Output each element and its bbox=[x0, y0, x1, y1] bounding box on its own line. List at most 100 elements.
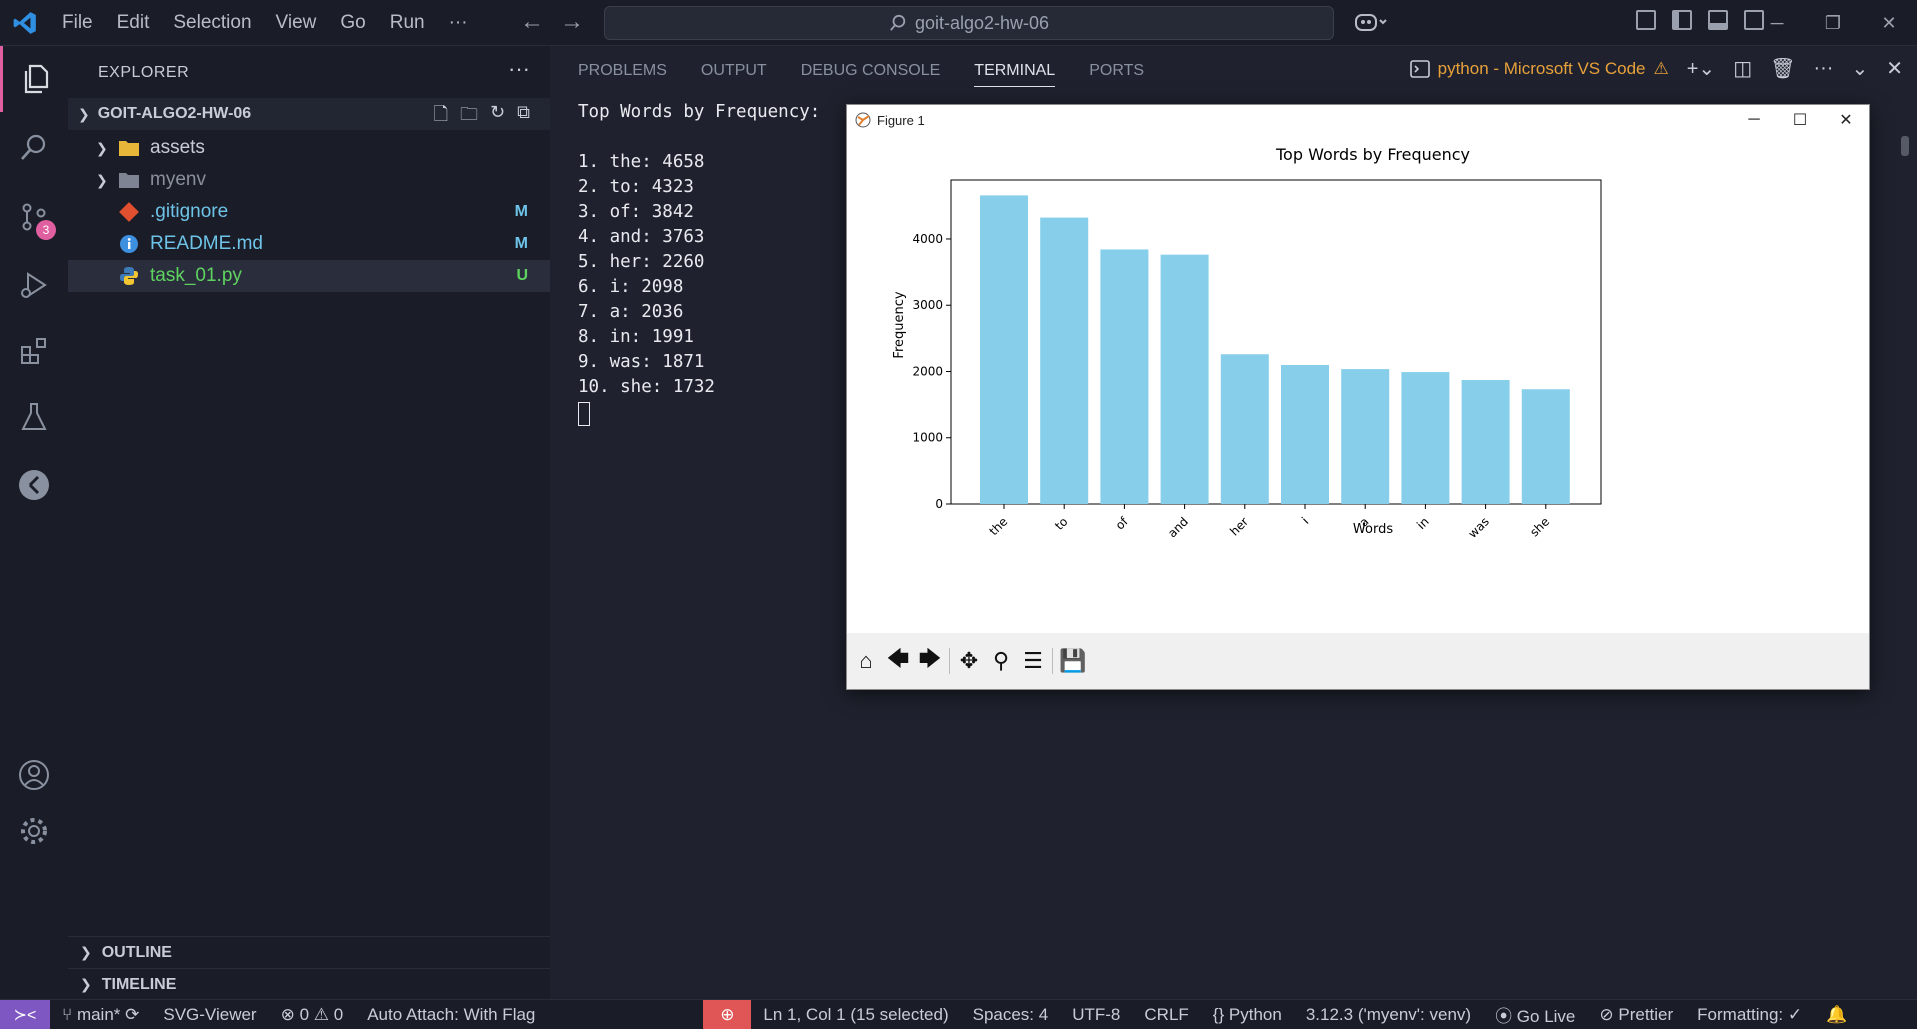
tab-terminal[interactable]: TERMINAL bbox=[974, 62, 1056, 87]
restore-button[interactable]: ❐ bbox=[1805, 0, 1861, 46]
figure-maximize-button[interactable]: ☐ bbox=[1777, 105, 1823, 135]
new-folder-icon[interactable]: 🗀 bbox=[460, 102, 478, 132]
figure-title: Figure 1 bbox=[877, 112, 925, 128]
figure-close-button[interactable]: ✕ bbox=[1823, 105, 1869, 135]
new-file-icon[interactable]: 🗋 bbox=[434, 102, 448, 132]
menu-edit[interactable]: Edit bbox=[105, 12, 162, 34]
back-arrow-icon[interactable]: ← bbox=[520, 8, 544, 36]
extensions-icon[interactable] bbox=[0, 318, 68, 384]
menu-file[interactable]: File bbox=[50, 12, 105, 34]
pan-icon[interactable]: ✥ bbox=[956, 648, 982, 674]
python-interpreter[interactable]: 3.12.3 ('myenv': venv) bbox=[1294, 1005, 1483, 1025]
svg-viewer-item[interactable]: SVG-Viewer bbox=[151, 1005, 268, 1025]
menu-selection[interactable]: Selection bbox=[161, 12, 263, 34]
tree-item-myenv[interactable]: ❯ myenv bbox=[68, 164, 550, 196]
scrollbar[interactable] bbox=[1901, 136, 1909, 156]
chevron-right-icon: ❯ bbox=[80, 944, 92, 960]
close-panel-icon[interactable]: ✕ bbox=[1886, 56, 1903, 81]
trash-icon[interactable]: 🗑 bbox=[1770, 56, 1795, 81]
section-label: OUTLINE bbox=[101, 943, 172, 961]
terminal-line: 3. of: 3842 bbox=[578, 202, 694, 222]
menu-view[interactable]: View bbox=[264, 12, 329, 34]
menu-bar: File Edit Selection View Go Run ··· bbox=[50, 0, 480, 46]
notifications-bell-icon[interactable]: 🔔 bbox=[1814, 1005, 1859, 1025]
minimize-button[interactable]: ─ bbox=[1749, 0, 1805, 46]
close-window-button[interactable]: ✕ bbox=[1861, 0, 1917, 46]
more-actions-icon[interactable]: ··· bbox=[1813, 57, 1833, 80]
zoom-indicator-icon[interactable]: ⊕ bbox=[703, 999, 752, 1029]
tree-item-assets[interactable]: ❯ assets bbox=[68, 132, 550, 164]
x-axis-label: Words bbox=[1353, 522, 1393, 537]
branch-indicator[interactable]: ⑂ main* ⟳ bbox=[50, 1005, 151, 1025]
command-center-search[interactable]: goit-algo2-hw-06 bbox=[604, 6, 1334, 40]
outline-section[interactable]: ❯ OUTLINE bbox=[68, 936, 550, 968]
search-icon[interactable] bbox=[0, 114, 68, 180]
error-count: 0 bbox=[299, 1004, 310, 1024]
problems-indicator[interactable]: ⊗ 0 ⚠ 0 bbox=[269, 1005, 356, 1025]
indentation[interactable]: Spaces: 4 bbox=[961, 1005, 1061, 1025]
refresh-icon[interactable]: ↻ bbox=[490, 102, 505, 132]
more-actions-icon[interactable]: ··· bbox=[508, 56, 530, 82]
terminal-cursor bbox=[578, 402, 590, 426]
zoom-icon[interactable]: ⚲ bbox=[988, 648, 1014, 674]
terminal-line: Top Words by Frequency: bbox=[578, 102, 821, 122]
workspace-folder-header[interactable]: ❯ GOIT-ALGO2-HW-06 🗋 🗀 ↻ ⧉ bbox=[68, 98, 550, 130]
tab-problems[interactable]: PROBLEMS bbox=[578, 62, 667, 87]
explorer-icon[interactable] bbox=[0, 46, 68, 112]
forward-arrow-icon[interactable]: → bbox=[560, 8, 584, 36]
menu-more[interactable]: ··· bbox=[437, 12, 480, 34]
save-icon[interactable]: 💾 bbox=[1059, 648, 1086, 674]
git-status: M bbox=[514, 235, 528, 252]
search-text: goit-algo2-hw-06 bbox=[914, 12, 1050, 33]
tab-debug-console[interactable]: DEBUG CONSOLE bbox=[801, 62, 941, 87]
copilot-icon[interactable] bbox=[1354, 10, 1388, 40]
chevron-right-icon: ❯ bbox=[80, 976, 92, 992]
terminal-output[interactable]: Top Words by Frequency: 1. the: 4658 2. … bbox=[578, 100, 820, 434]
toggle-primary-sidebar-icon[interactable] bbox=[1672, 10, 1692, 30]
branch-name: main* bbox=[76, 1004, 121, 1024]
tree-item-readme[interactable]: README.md M bbox=[68, 228, 550, 260]
menu-go[interactable]: Go bbox=[328, 12, 377, 34]
testing-icon[interactable] bbox=[0, 384, 68, 450]
go-live-item[interactable]: ⦿ Go Live bbox=[1483, 1002, 1587, 1027]
tree-item-label: task_01.py bbox=[150, 265, 242, 286]
remote-indicator-icon[interactable]: ≻< bbox=[0, 999, 50, 1029]
collapse-all-icon[interactable]: ⧉ bbox=[517, 102, 530, 132]
toggle-panel-icon[interactable] bbox=[1708, 10, 1728, 30]
figure-title-bar[interactable]: Figure 1 ─ ☐ ✕ bbox=[847, 105, 1869, 135]
figure-minimize-button[interactable]: ─ bbox=[1731, 105, 1777, 135]
gear-icon[interactable] bbox=[0, 798, 68, 864]
prettier-item[interactable]: ⊘ Prettier bbox=[1587, 1005, 1685, 1025]
chevron-down-icon[interactable]: ⌄ bbox=[1851, 56, 1868, 81]
activity-bar: 3 bbox=[0, 46, 68, 999]
forward-icon[interactable]: 🡆 bbox=[917, 642, 943, 680]
python-file-icon bbox=[120, 267, 138, 285]
home-icon[interactable]: ⌂ bbox=[853, 648, 879, 674]
customize-layout-icon[interactable] bbox=[1636, 10, 1656, 30]
split-terminal-icon[interactable]: ◫ bbox=[1733, 56, 1752, 81]
terminal-selector[interactable]: python - Microsoft VS Code ⚠ bbox=[1409, 59, 1669, 79]
timeline-section[interactable]: ❯ TIMELINE bbox=[68, 968, 550, 1000]
language-mode[interactable]: {} Python bbox=[1201, 1005, 1294, 1025]
terminal-line: 2. to: 4323 bbox=[578, 177, 694, 197]
bar-a bbox=[1341, 369, 1390, 504]
chart-title: Top Words by Frequency bbox=[1275, 145, 1470, 164]
line-ending[interactable]: CRLF bbox=[1132, 1005, 1200, 1025]
vscode-logo-icon[interactable] bbox=[12, 10, 38, 36]
source-control-icon[interactable]: 3 bbox=[0, 184, 68, 250]
formatting-item[interactable]: Formatting: ✓ bbox=[1685, 1005, 1814, 1025]
tree-item-task-01[interactable]: task_01.py U bbox=[68, 260, 550, 292]
menu-run[interactable]: Run bbox=[378, 12, 437, 34]
explorer-title: EXPLORER bbox=[98, 64, 190, 81]
tab-ports[interactable]: PORTS bbox=[1089, 62, 1144, 87]
configure-subplots-icon[interactable]: ☰ bbox=[1020, 648, 1046, 674]
back-icon[interactable]: 🡄 bbox=[885, 642, 911, 680]
run-debug-icon[interactable] bbox=[0, 252, 68, 318]
auto-attach-item[interactable]: Auto Attach: With Flag bbox=[355, 1005, 547, 1025]
tab-output[interactable]: OUTPUT bbox=[701, 62, 767, 87]
encoding[interactable]: UTF-8 bbox=[1060, 1005, 1132, 1025]
cursor-position[interactable]: Ln 1, Col 1 (15 selected) bbox=[751, 1005, 960, 1025]
tree-item-gitignore[interactable]: .gitignore M bbox=[68, 196, 550, 228]
new-terminal-icon[interactable]: +⌄ bbox=[1687, 56, 1715, 81]
remote-explorer-icon[interactable] bbox=[0, 452, 68, 518]
